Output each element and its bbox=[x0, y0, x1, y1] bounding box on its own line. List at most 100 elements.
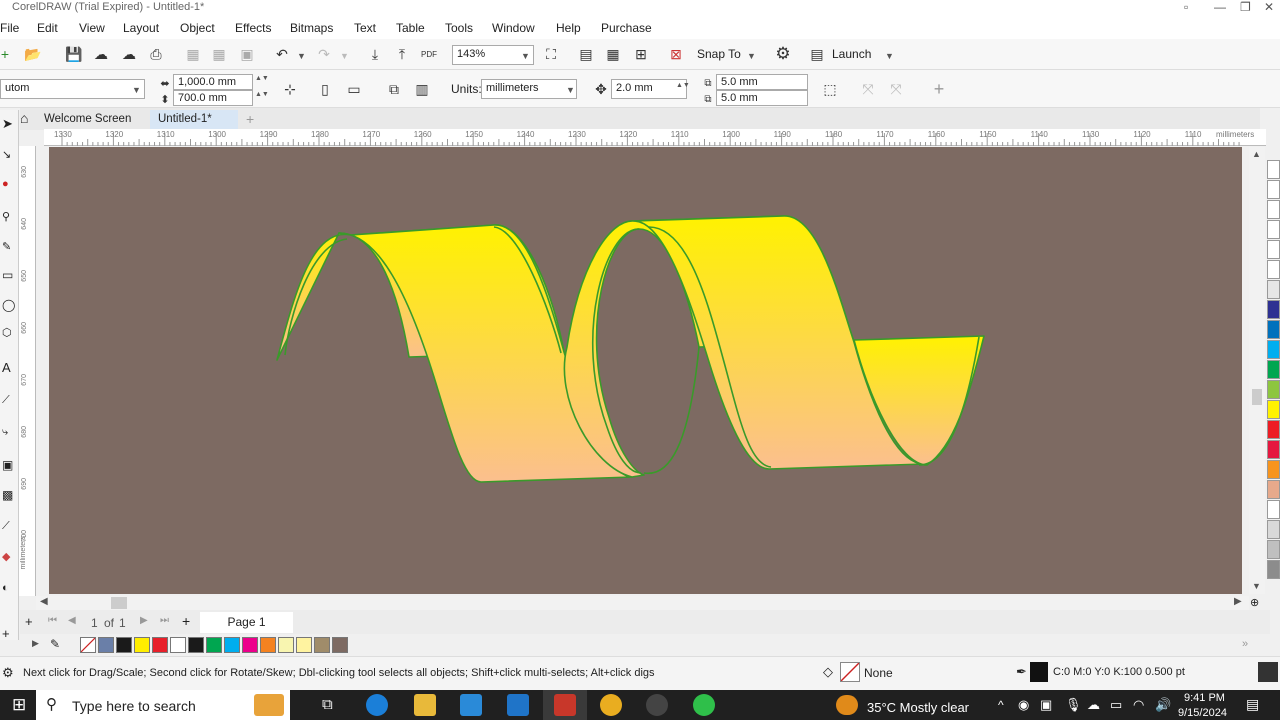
shape-tool-icon[interactable]: ↘ bbox=[2, 148, 11, 161]
document-palette-swatch[interactable] bbox=[296, 637, 312, 653]
palette-swatch[interactable] bbox=[1267, 340, 1280, 359]
zoom-dropdown-icon[interactable]: ▼ bbox=[521, 51, 530, 61]
import-icon[interactable]: ⤓ bbox=[364, 43, 386, 65]
whatsapp-icon[interactable] bbox=[693, 694, 715, 716]
palette-swatch[interactable] bbox=[1267, 500, 1280, 519]
wifi-icon[interactable]: ◠ bbox=[1133, 697, 1144, 713]
fill-none-swatch[interactable] bbox=[840, 662, 860, 682]
options-gear-icon[interactable]: ⚙ bbox=[772, 43, 794, 65]
previous-page-icon[interactable]: ◀ bbox=[68, 615, 76, 626]
horizontal-scroll-thumb[interactable] bbox=[111, 597, 127, 609]
all-pages-icon[interactable]: ⧉ bbox=[383, 78, 405, 100]
document-palette-swatch[interactable] bbox=[260, 637, 276, 653]
tab-welcome-screen[interactable]: Welcome Screen bbox=[36, 110, 140, 130]
print-icon[interactable]: ⎙ bbox=[145, 43, 167, 65]
next-page-icon[interactable]: ▶ bbox=[140, 615, 148, 626]
cloud-download-icon[interactable]: ☁ bbox=[90, 43, 112, 65]
tray-app-icon[interactable]: ◉ bbox=[1018, 697, 1029, 713]
add-tool-icon[interactable]: + bbox=[2, 626, 10, 641]
menu-edit[interactable]: Edit bbox=[37, 21, 58, 35]
palette-swatch[interactable] bbox=[1267, 220, 1280, 239]
ribbon-spiral-drawing[interactable] bbox=[49, 147, 1242, 594]
copy-icon[interactable]: ▦ bbox=[208, 43, 230, 65]
page-preset-select[interactable]: utom bbox=[0, 79, 145, 99]
interactive-fill-tool-icon[interactable]: ◆ bbox=[2, 550, 10, 563]
zoom-to-page-icon[interactable]: ⛶ bbox=[540, 43, 562, 65]
palette-swatch[interactable] bbox=[1267, 460, 1280, 479]
horizontal-scrollbar[interactable]: ◀ ▶ bbox=[36, 596, 1249, 610]
close-icon[interactable]: ✕ bbox=[1264, 0, 1274, 14]
action-center-icon[interactable]: ▤ bbox=[1246, 696, 1259, 713]
onedrive-icon[interactable]: ☁ bbox=[1087, 697, 1100, 713]
duplicate-distance-x-field[interactable]: 5.0 mm bbox=[716, 74, 808, 90]
duplicate-distance-y-field[interactable]: 5.0 mm bbox=[716, 90, 808, 106]
freehand-tool-icon[interactable]: ✎ bbox=[2, 240, 11, 253]
launch-button[interactable]: Launch bbox=[832, 47, 871, 61]
document-palette-swatch[interactable] bbox=[224, 637, 240, 653]
page-1-tab[interactable]: Page 1 bbox=[200, 612, 293, 633]
menu-view[interactable]: View bbox=[79, 21, 105, 35]
volume-icon[interactable]: 🔊 bbox=[1155, 697, 1171, 713]
task-view-icon[interactable]: ⧉ bbox=[322, 696, 333, 713]
outline-color-swatch[interactable] bbox=[1030, 662, 1048, 682]
document-palette-swatch[interactable] bbox=[134, 637, 150, 653]
publish-pdf-icon[interactable]: PDF bbox=[418, 43, 440, 65]
treat-as-filled-icon[interactable]: ⬚ bbox=[819, 78, 841, 100]
weather-text[interactable]: 35°C Mostly clear bbox=[867, 700, 969, 715]
add-toolbar-icon[interactable]: + bbox=[928, 78, 950, 100]
coreldraw-taskbar-icon[interactable] bbox=[554, 694, 576, 716]
fill-bucket-icon[interactable]: ◇ bbox=[823, 664, 833, 680]
tray-device-icon[interactable]: ▣ bbox=[1040, 697, 1052, 713]
undo-icon[interactable]: ↶ bbox=[271, 43, 293, 65]
status-gear-icon[interactable]: ⚙ bbox=[2, 665, 14, 681]
document-palette-swatch[interactable] bbox=[206, 637, 222, 653]
palette-swatch[interactable] bbox=[1267, 180, 1280, 199]
restore-mini-icon[interactable]: ▫ bbox=[1184, 0, 1188, 14]
menu-bitmaps[interactable]: Bitmaps bbox=[290, 21, 333, 35]
show-grid-icon[interactable]: ▦ bbox=[602, 43, 624, 65]
palette-swatch[interactable] bbox=[1267, 380, 1280, 399]
vertical-scroll-thumb[interactable] bbox=[1252, 389, 1262, 405]
mail-icon[interactable] bbox=[507, 694, 529, 716]
tab-untitled-1[interactable]: Untitled-1* bbox=[150, 110, 238, 130]
save-icon[interactable]: 💾 bbox=[63, 43, 85, 65]
scroll-down-icon[interactable]: ▼ bbox=[1252, 581, 1261, 591]
full-screen-preview-icon[interactable]: ▤ bbox=[575, 43, 597, 65]
clock-time[interactable]: 9:41 PM bbox=[1184, 692, 1225, 704]
palette-swatch[interactable] bbox=[1267, 360, 1280, 379]
document-palette-swatch[interactable] bbox=[278, 637, 294, 653]
rectangle-tool-icon[interactable]: ▭ bbox=[2, 268, 13, 282]
page-width-spinner-icon[interactable]: ▲▼ bbox=[255, 75, 269, 82]
redo-icon[interactable]: ↷ bbox=[313, 43, 335, 65]
ellipse-tool-icon[interactable]: ◯ bbox=[2, 298, 15, 312]
scroll-up-icon[interactable]: ▲ bbox=[1252, 149, 1261, 159]
pick-tool-icon[interactable]: ➤ bbox=[2, 116, 13, 132]
launch-dropdown-icon[interactable]: ▼ bbox=[885, 51, 894, 61]
cloud-upload-icon[interactable]: ☁ bbox=[118, 43, 140, 65]
weather-icon[interactable] bbox=[836, 695, 858, 715]
drawing-canvas[interactable] bbox=[49, 147, 1242, 594]
no-color-swatch[interactable] bbox=[80, 637, 96, 653]
edge-browser-icon[interactable] bbox=[366, 694, 388, 716]
document-palette-expand-icon[interactable]: ▶ bbox=[32, 638, 39, 649]
menu-layout[interactable]: Layout bbox=[123, 21, 159, 35]
crop-tool-icon[interactable]: ● bbox=[2, 178, 9, 190]
notification-icon[interactable] bbox=[1258, 662, 1278, 682]
units-dropdown-icon[interactable]: ▼ bbox=[566, 85, 575, 95]
home-icon[interactable]: ⌂ bbox=[20, 110, 28, 126]
document-palette-scroll-icon[interactable]: » bbox=[1242, 638, 1248, 650]
menu-object[interactable]: Object bbox=[180, 21, 215, 35]
maximize-icon[interactable]: ❐ bbox=[1240, 0, 1251, 14]
connector-tool-icon[interactable]: ⤷ bbox=[2, 426, 8, 439]
minimize-icon[interactable]: — bbox=[1214, 0, 1226, 14]
polygon-tool-icon[interactable]: ⬡ bbox=[2, 326, 12, 339]
document-palette-swatch[interactable] bbox=[170, 637, 186, 653]
palette-swatch[interactable] bbox=[1267, 280, 1280, 299]
transform-point-icon[interactable]: ⤧ bbox=[857, 78, 879, 100]
scroll-right-icon[interactable]: ▶ bbox=[1234, 596, 1242, 607]
menu-effects[interactable]: Effects bbox=[235, 21, 271, 35]
document-palette-swatch[interactable] bbox=[188, 637, 204, 653]
units-select[interactable]: millimeters bbox=[481, 79, 577, 99]
zoom-navigator-icon[interactable]: ⊕ bbox=[1250, 596, 1259, 609]
document-palette-swatch[interactable] bbox=[332, 637, 348, 653]
